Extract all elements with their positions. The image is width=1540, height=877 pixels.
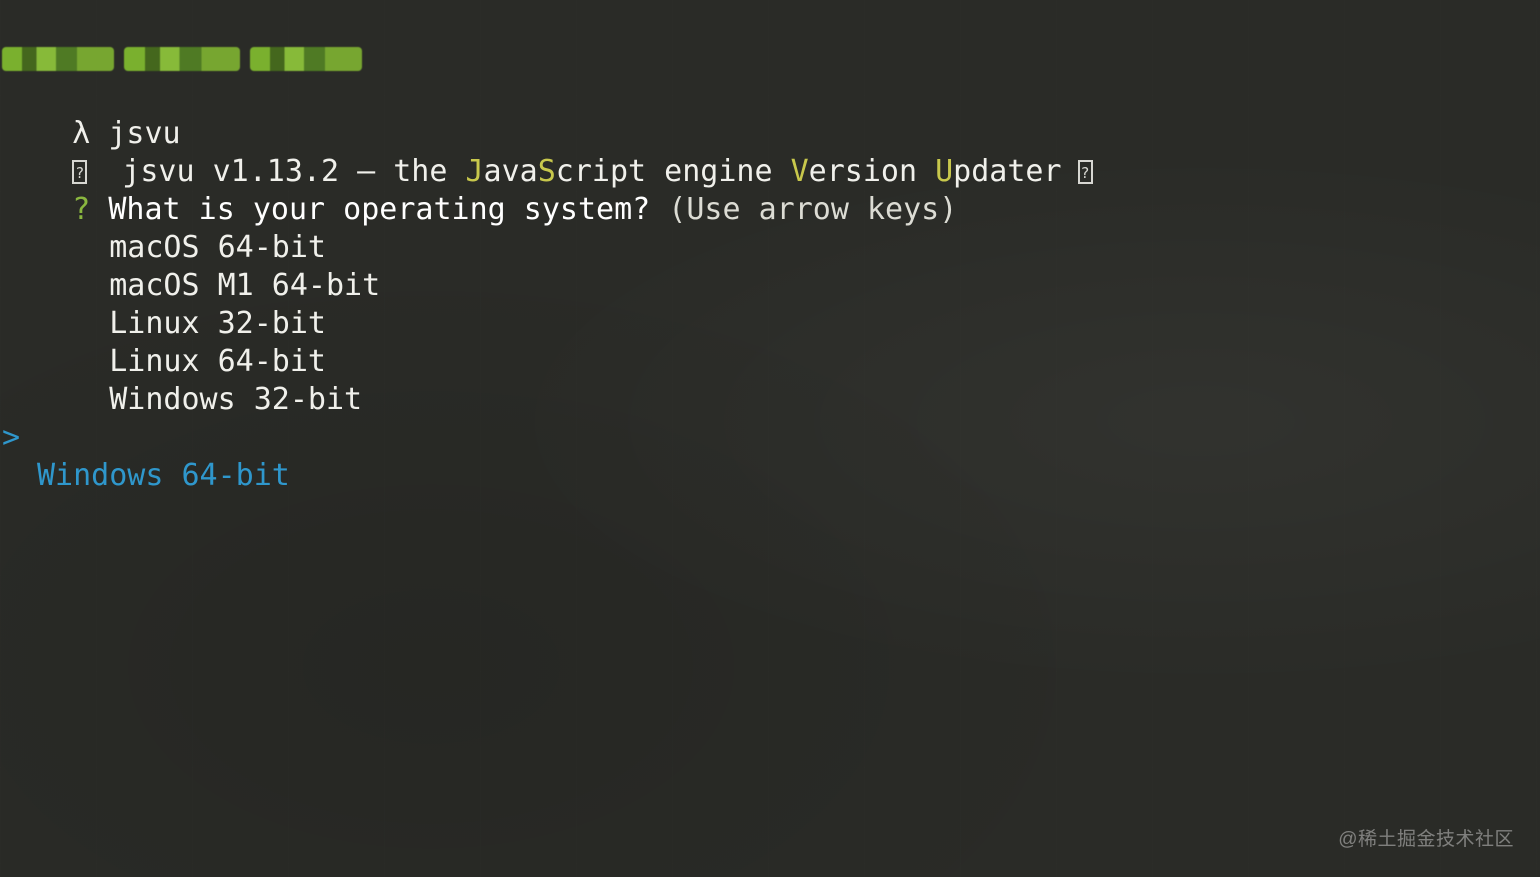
os-option-windows-64-selected[interactable]: > Windows 64-bit (0, 381, 320, 493)
jsvu-banner-line: jsvu v1.13.2 — the JavaScript engine Ver… (0, 115, 1093, 192)
blurred-path-icon (2, 47, 114, 71)
question-hint: (Use arrow keys) (668, 192, 958, 227)
os-option-macos-64[interactable]: macOS 64-bit (37, 191, 326, 265)
watermark: @稀土掘金技术社区 (1338, 829, 1514, 850)
placeholder-box-icon (1077, 154, 1093, 192)
operating-system-question: ? What is your operating system? (Use ar… (0, 153, 957, 227)
os-option-linux-32[interactable]: Linux 32-bit (37, 267, 326, 341)
command-prompt-line: λ jsvu (0, 77, 180, 151)
selection-arrow-icon: > (2, 420, 21, 455)
os-option-macos-m1-64[interactable]: macOS M1 64-bit (37, 229, 380, 303)
blurred-path-icon (124, 47, 240, 71)
blurred-path-icon (250, 47, 362, 71)
terminal-window: λ jsvu jsvu v1.13.2 — the JavaScript eng… (0, 0, 1540, 877)
os-option-linux-64[interactable]: Linux 64-bit (37, 305, 326, 379)
redacted-path-line (2, 42, 367, 76)
selected-os-option-label: Windows 64-bit (37, 458, 290, 493)
banner-updater-rest: pdater (953, 154, 1062, 189)
os-option-windows-32[interactable]: Windows 32-bit (37, 343, 362, 417)
